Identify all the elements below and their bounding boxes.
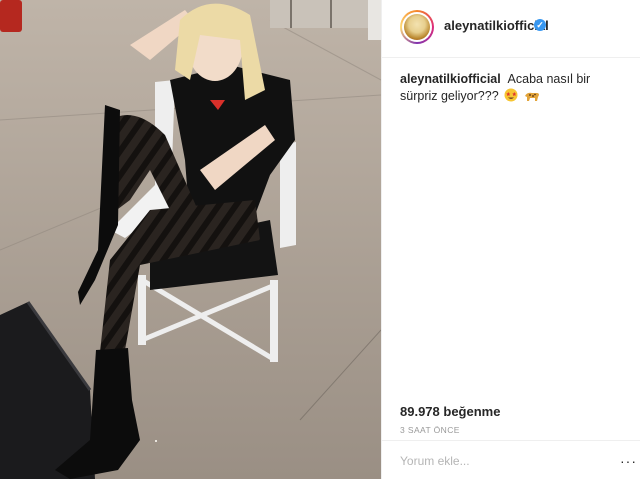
avatar-ring-inner (402, 12, 432, 42)
avatar-image (404, 14, 430, 40)
star-struck-emoji-icon (504, 88, 518, 102)
comment-bar: ··· (382, 440, 640, 479)
post-photo-illustration (0, 0, 381, 479)
likes-count[interactable]: 89.978 beğenme (400, 404, 500, 419)
post-timestamp[interactable]: 3 SAAT ÖNCE (400, 425, 460, 435)
leopard-emoji-icon (524, 92, 539, 101)
verified-badge-icon: ✓ (534, 19, 546, 31)
post-side-panel: aleynatilkiofficial ✓ aleynatilkiofficia… (381, 0, 640, 479)
caption-username-link[interactable]: aleynatilkiofficial (400, 72, 501, 86)
avatar[interactable] (400, 10, 434, 44)
more-options-icon[interactable]: ··· (620, 453, 637, 469)
post-header: aleynatilkiofficial ✓ (382, 0, 640, 58)
comment-input[interactable] (400, 451, 590, 471)
post-caption: aleynatilkiofficial Acaba nasıl bir sürp… (400, 71, 630, 105)
post-photo[interactable] (0, 0, 381, 479)
